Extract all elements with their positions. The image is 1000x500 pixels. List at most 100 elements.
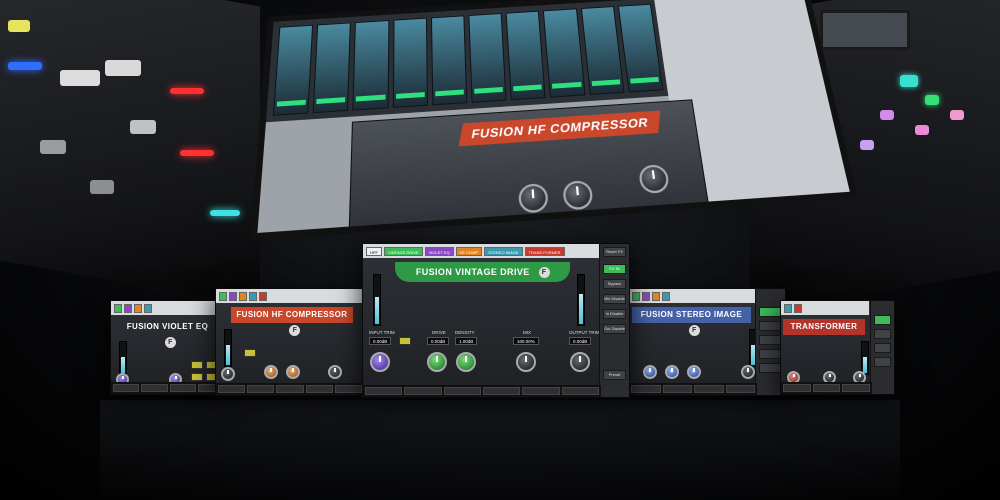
stereo-image-knob[interactable] xyxy=(687,365,701,379)
input-toggle-button[interactable] xyxy=(399,337,411,345)
out-disable-button[interactable]: Out Disable xyxy=(603,324,626,334)
chain-slot[interactable] xyxy=(239,291,247,301)
stereo-image-knob[interactable] xyxy=(665,365,679,379)
input-meter xyxy=(373,274,381,326)
footer-slot[interactable] xyxy=(812,384,841,392)
sidebar-button[interactable] xyxy=(874,343,891,353)
chain-slot[interactable] xyxy=(784,303,792,313)
chain-slot-vintage-drive[interactable]: VINTAGE DRIVE xyxy=(384,246,423,256)
footer-slot[interactable] xyxy=(218,385,246,393)
sidebar-button[interactable] xyxy=(874,357,891,367)
chain-slot[interactable] xyxy=(632,291,640,301)
footer-slot[interactable] xyxy=(662,385,692,393)
footer-slot[interactable] xyxy=(404,387,442,395)
footer-slot[interactable] xyxy=(305,385,333,393)
chain-slot[interactable] xyxy=(249,291,257,301)
mix-knob[interactable] xyxy=(516,352,536,372)
drive-knob[interactable] xyxy=(427,352,447,372)
footer-slot[interactable] xyxy=(443,387,481,395)
mix-knob[interactable] xyxy=(328,365,342,379)
output-trim-value[interactable]: 0.00dB xyxy=(569,337,592,345)
input-trim-knob[interactable] xyxy=(370,352,390,372)
transformer-sidebar xyxy=(870,301,894,394)
preset-button[interactable]: Preset xyxy=(603,370,626,380)
touchscreen-knob xyxy=(562,179,594,211)
mix-value[interactable]: 100.00% xyxy=(513,337,539,345)
chain-slot[interactable] xyxy=(259,291,267,301)
chain-slot[interactable] xyxy=(134,303,142,313)
console-key xyxy=(880,110,894,120)
footer-slot[interactable] xyxy=(169,384,196,392)
in-disable-button[interactable]: In Disable xyxy=(603,309,626,319)
sidebar-button[interactable] xyxy=(874,329,891,339)
sidebar-button[interactable] xyxy=(759,335,782,345)
chain-slot[interactable] xyxy=(219,291,227,301)
vintage-drive-title-band: FUSION VINTAGE DRIVE F xyxy=(394,262,571,282)
chain-slot[interactable] xyxy=(144,303,152,313)
chain-slot[interactable] xyxy=(794,303,802,313)
threshold-knob[interactable] xyxy=(264,365,278,379)
chain-slot[interactable] xyxy=(124,303,132,313)
footer-slot[interactable] xyxy=(276,385,304,393)
sidebar-button[interactable] xyxy=(759,349,782,359)
footer-slot[interactable] xyxy=(365,387,403,395)
chain-slot[interactable] xyxy=(662,291,670,301)
footer-slot[interactable] xyxy=(482,387,521,395)
footer-slot[interactable] xyxy=(842,384,871,392)
footer-slot[interactable] xyxy=(113,384,140,392)
stereo-image-title: FUSION STEREO IMAGE xyxy=(640,310,743,319)
ratio-knob[interactable] xyxy=(286,365,300,379)
footer-slot[interactable] xyxy=(725,385,755,393)
stereo-width-knob[interactable] xyxy=(643,365,657,379)
channel-fader xyxy=(352,20,390,111)
console-key xyxy=(170,88,204,94)
output-trim-knob[interactable] xyxy=(741,365,755,379)
console-key xyxy=(105,60,141,76)
console-key xyxy=(210,210,240,216)
eq-band-toggle[interactable] xyxy=(191,361,203,369)
fx-chain-bar xyxy=(111,301,224,315)
mix-disable-button[interactable]: Mix Disable xyxy=(603,294,626,304)
sidebar-button[interactable] xyxy=(759,321,782,331)
sidebar-button[interactable] xyxy=(874,315,891,325)
sidebar-button[interactable] xyxy=(759,363,782,373)
input-meter xyxy=(119,341,127,375)
fusion-logo-icon: F xyxy=(688,325,700,337)
eq-band-toggle[interactable] xyxy=(191,373,203,381)
chain-slot-hf-comp[interactable]: HF COMP xyxy=(455,246,483,256)
console-key xyxy=(820,10,910,50)
input-trim-knob[interactable] xyxy=(221,367,235,381)
input-meter-fill xyxy=(375,296,379,324)
footer-slot[interactable] xyxy=(694,385,724,393)
footer-slot[interactable] xyxy=(561,387,599,395)
chain-slot[interactable] xyxy=(652,291,660,301)
drive-value[interactable]: 0.00dB xyxy=(427,337,450,345)
bypass-button[interactable]: Bypass xyxy=(603,279,626,289)
chain-slot-violet-eq[interactable]: VIOLET EQ xyxy=(424,246,454,256)
footer-slot[interactable] xyxy=(141,384,168,392)
density-knob[interactable] xyxy=(456,352,476,372)
sidebar-button[interactable] xyxy=(759,307,782,317)
chain-slot[interactable] xyxy=(114,303,122,313)
fx-in-button[interactable]: FX IN xyxy=(603,264,626,274)
chain-slot-hpf[interactable]: HPF xyxy=(366,246,382,256)
chain-slot[interactable] xyxy=(642,291,650,301)
chain-slot[interactable] xyxy=(229,291,237,301)
footer-slot[interactable] xyxy=(783,384,811,392)
footer-slot[interactable] xyxy=(522,387,560,395)
channel-fader xyxy=(392,17,428,108)
stereo-image-title-band: FUSION STEREO IMAGE F xyxy=(632,307,751,337)
output-trim-label: OUTPUT TRIM xyxy=(569,330,600,335)
transformer-title-band: TRANSFORMER xyxy=(783,319,865,335)
chain-slot-stereo-image[interactable]: STEREO IMAGE xyxy=(484,246,523,256)
fx-chain-bar xyxy=(781,301,869,315)
footer-slot[interactable] xyxy=(631,385,661,393)
output-trim-knob[interactable] xyxy=(570,352,590,372)
chain-slot-transformer[interactable]: TRANS FORMER xyxy=(524,246,565,256)
footer-slot[interactable] xyxy=(334,385,362,393)
reset-fx-button[interactable]: Reset FX xyxy=(603,247,626,257)
input-trim-value[interactable]: 0.00dB xyxy=(369,337,392,345)
hf-toggle-button[interactable] xyxy=(244,349,256,357)
footer-slot[interactable] xyxy=(247,385,275,393)
density-value[interactable]: 1.00dB xyxy=(455,337,478,345)
